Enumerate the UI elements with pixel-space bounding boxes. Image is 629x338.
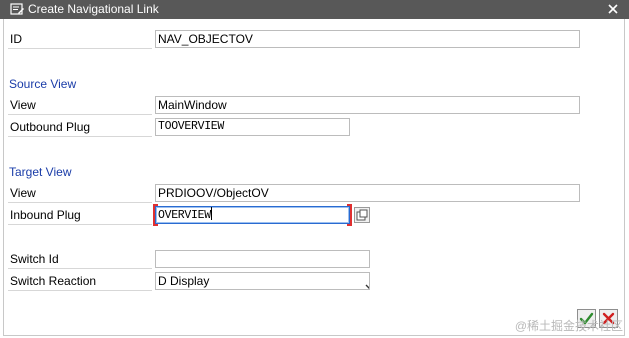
outbound-plug-field[interactable]: TOOVERVIEW	[155, 118, 350, 136]
switch-reaction-value: D Display	[158, 274, 210, 288]
dialog-window: Create Navigational Link ID NAV_OBJECTOV…	[0, 0, 629, 338]
dialog-content: ID NAV_OBJECTOV Source View View MainWin…	[3, 19, 625, 336]
close-icon[interactable]	[605, 1, 621, 17]
target-view-field[interactable]: PRDIOOV/ObjectOV	[155, 184, 580, 202]
target-view-label: View	[8, 183, 152, 203]
target-view-heading: Target View	[9, 165, 72, 179]
inbound-plug-value: OVERVIEW	[158, 209, 211, 222]
source-view-field[interactable]: MainWindow	[155, 96, 580, 114]
source-view-label: View	[8, 95, 152, 115]
outbound-plug-label: Outbound Plug	[8, 117, 152, 137]
title-bar[interactable]: Create Navigational Link	[0, 0, 629, 19]
watermark-text: @稀土掘金技术社区	[514, 319, 623, 333]
id-field[interactable]: NAV_OBJECTOV	[155, 30, 580, 48]
edit-window-icon	[10, 2, 24, 16]
inbound-plug-field[interactable]: OVERVIEW	[155, 206, 350, 224]
switch-id-label: Switch Id	[8, 249, 152, 269]
text-caret	[210, 207, 212, 220]
inbound-plug-label: Inbound Plug	[8, 205, 152, 225]
switch-reaction-select[interactable]: D Display	[155, 272, 370, 290]
id-label: ID	[8, 29, 152, 49]
window-title: Create Navigational Link	[28, 2, 159, 16]
switch-id-field[interactable]	[155, 250, 370, 268]
focus-marker-right	[347, 204, 352, 226]
source-view-heading: Source View	[9, 77, 77, 91]
value-help-icon[interactable]	[354, 207, 370, 223]
switch-reaction-label: Switch Reaction	[8, 271, 152, 291]
